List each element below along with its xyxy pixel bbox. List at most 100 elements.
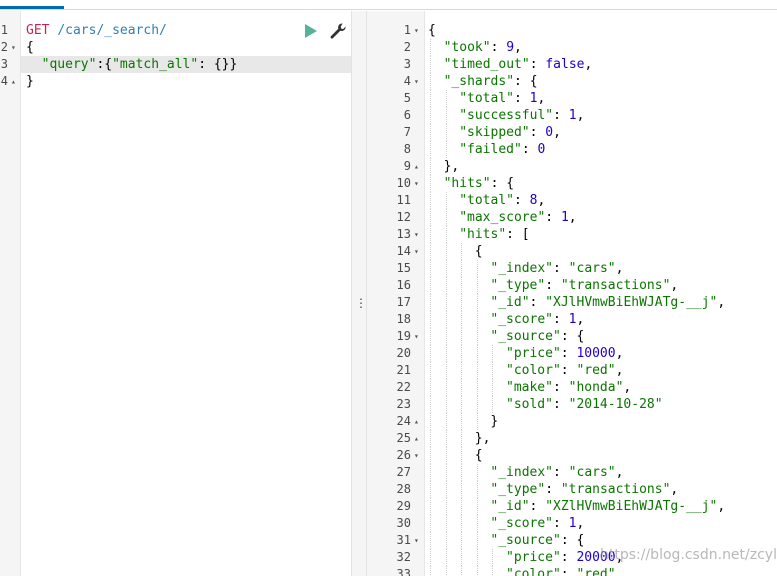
- code-line[interactable]: 2 "took": 9,: [367, 39, 777, 56]
- code-line[interactable]: 19 ▾ "_source": {: [367, 328, 777, 345]
- fold-collapse-icon[interactable]: ▾: [414, 243, 419, 260]
- response-viewer[interactable]: 1 ▾{2 "took": 9, 3 "timed_out": false, 4 ▾ "_sh…: [367, 11, 777, 576]
- code-line[interactable]: 13 ▾ "hits": [: [367, 226, 777, 243]
- code-line[interactable]: 10 ▾ "hits": {: [367, 175, 777, 192]
- fold-collapse-icon[interactable]: ▾: [414, 22, 419, 39]
- code-line[interactable]: 14 ▾ {: [367, 243, 777, 260]
- fold-expand-icon[interactable]: ▴: [414, 413, 419, 430]
- code-line[interactable]: 26 ▾ {: [367, 447, 777, 464]
- code-line[interactable]: 5 "total": 1,: [367, 90, 777, 107]
- code-line[interactable]: 1 GET /cars/_search/: [0, 22, 351, 39]
- request-gutter: [0, 11, 21, 576]
- code-token: "_shards": [443, 74, 515, 89]
- fold-collapse-icon[interactable]: ▾: [414, 175, 419, 192]
- indent-guide: [445, 141, 447, 158]
- indent-guide: [445, 243, 447, 260]
- code-token: "price": [506, 346, 561, 361]
- active-tab-indicator[interactable]: [0, 6, 64, 9]
- run-request-button[interactable]: [304, 23, 318, 39]
- code-token: :: [560, 567, 577, 576]
- code-line[interactable]: 22 "make": "honda",: [367, 379, 777, 396]
- code-line[interactable]: 3 "timed_out": false,: [367, 56, 777, 73]
- code-token: }: [490, 414, 499, 429]
- fold-collapse-icon[interactable]: ▾: [414, 328, 419, 345]
- code-line[interactable]: 18 "_score": 1,: [367, 311, 777, 328]
- code-token: :: [529, 499, 546, 514]
- code-text: "successful": 1,: [459, 107, 584, 124]
- pane-divider[interactable]: [351, 11, 367, 576]
- code-token: :: [560, 363, 577, 378]
- code-token: :{: [96, 57, 113, 72]
- code-token: "timed_out": [443, 57, 530, 72]
- code-line[interactable]: 20 "price": 10000,: [367, 345, 777, 362]
- indent-guide: [430, 243, 431, 260]
- code-line[interactable]: 27 "_index": "cars",: [367, 464, 777, 481]
- fold-expand-icon[interactable]: ▴: [414, 158, 419, 175]
- code-line[interactable]: 21 "color": "red",: [367, 362, 777, 379]
- code-line[interactable]: 3 "query":{"match_all": {}}: [0, 56, 351, 73]
- code-token: }: [26, 74, 34, 89]
- fold-collapse-icon[interactable]: ▾: [11, 39, 16, 56]
- indent-guide: [430, 192, 431, 209]
- code-line[interactable]: 24 ▴}: [367, 413, 777, 430]
- code-line[interactable]: 23 "sold": "2014-10-28": [367, 396, 777, 413]
- code-line[interactable]: 32 "price": 20000,: [367, 549, 777, 566]
- indent-guide: [461, 532, 463, 549]
- fold-collapse-icon[interactable]: ▾: [414, 226, 419, 243]
- code-line[interactable]: 11 "total": 8,: [367, 192, 777, 209]
- code-line[interactable]: 16 "_type": "transactions",: [367, 277, 777, 294]
- resize-handle[interactable]: ⋮: [355, 295, 367, 311]
- indent-guide: [430, 515, 431, 532]
- indent-guide: [445, 532, 447, 549]
- code-line[interactable]: 12 "max_score": 1,: [367, 209, 777, 226]
- code-token: ,: [514, 40, 522, 55]
- code-line[interactable]: 8 "failed": 0: [367, 141, 777, 158]
- code-line[interactable]: 9 ▴},: [367, 158, 777, 175]
- fold-collapse-icon[interactable]: ▾: [414, 73, 419, 90]
- code-line[interactable]: 31 ▾ "_source": {: [367, 532, 777, 549]
- code-line[interactable]: 7 "skipped": 0,: [367, 124, 777, 141]
- code-line[interactable]: 4 ▾ "_shards": {: [367, 73, 777, 90]
- wrench-icon: [330, 23, 346, 39]
- indent-guide: [445, 107, 447, 124]
- fold-collapse-icon[interactable]: ▾: [414, 447, 419, 464]
- code-line[interactable]: 28 "_type": "transactions",: [367, 481, 777, 498]
- settings-wrench-button[interactable]: [329, 22, 347, 40]
- fold-expand-icon[interactable]: ▴: [414, 430, 419, 447]
- code-token: ,: [615, 465, 624, 480]
- code-line[interactable]: 4 ▴}: [0, 73, 351, 90]
- code-line[interactable]: 2 ▾ {: [0, 39, 351, 56]
- code-token: {: [474, 448, 483, 463]
- code-line[interactable]: 29 "_id": "XZlHVmwBiEhWJATg-__j",: [367, 498, 777, 515]
- line-number: 16: [396, 278, 411, 292]
- code-token: },: [474, 431, 491, 446]
- code-line[interactable]: 30 "_score": 1,: [367, 515, 777, 532]
- code-line[interactable]: 15 "_index": "cars",: [367, 260, 777, 277]
- line-number: 18: [396, 312, 411, 326]
- indent-guide: [445, 311, 447, 328]
- request-editor[interactable]: 1 GET /cars/_search/2 ▾ {3 "query":{"match_…: [0, 11, 351, 576]
- code-token: :: [545, 278, 561, 293]
- line-number: 10: [396, 176, 411, 190]
- code-line[interactable]: 25 ▴},: [367, 430, 777, 447]
- indent-guide: [445, 277, 447, 294]
- code-token: "hits": [459, 227, 507, 242]
- line-number: 24: [396, 414, 411, 428]
- fold-expand-icon[interactable]: ▴: [11, 73, 16, 90]
- indent-guide: [445, 192, 447, 209]
- code-line[interactable]: 6 "successful": 1,: [367, 107, 777, 124]
- indent-guide: [445, 328, 447, 345]
- code-token: : {}}: [198, 57, 238, 72]
- code-token: "match_all": [112, 57, 199, 72]
- code-line[interactable]: 1 ▾ {: [367, 22, 777, 39]
- line-number: 3: [403, 57, 411, 71]
- code-text: }: [490, 413, 498, 430]
- line-number: 9: [403, 159, 411, 173]
- code-line[interactable]: 17 "_id": "XJlHVmwBiEhWJATg-__j",: [367, 294, 777, 311]
- indent-guide: [461, 498, 463, 515]
- code-text: {: [26, 39, 34, 56]
- fold-collapse-icon[interactable]: ▾: [414, 532, 419, 549]
- code-line[interactable]: 33 "color": "red",: [367, 566, 777, 576]
- indent-guide: [445, 515, 447, 532]
- indent-guide: [476, 260, 478, 277]
